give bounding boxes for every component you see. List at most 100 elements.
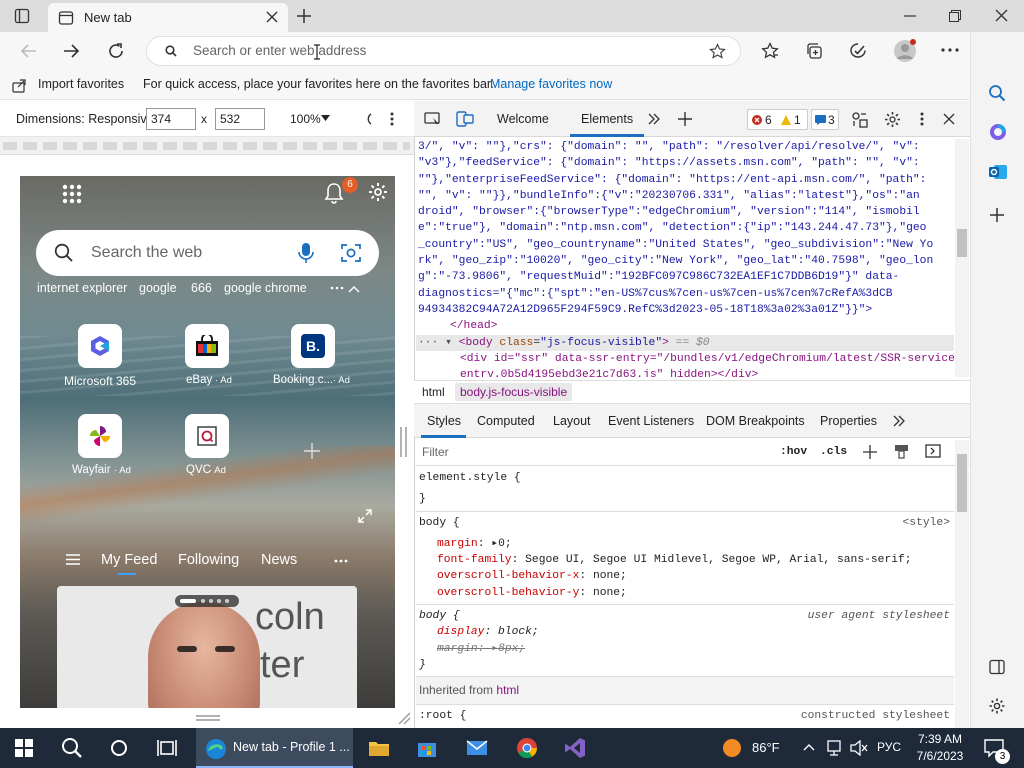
tab-styles[interactable]: Styles [427,414,461,428]
back-icon[interactable] [20,42,38,60]
sidebar-office-icon[interactable] [988,122,1008,142]
inherited-element-link[interactable]: html [496,683,519,697]
quick-links-collapse-icon[interactable] [329,283,361,295]
add-tool-plus-icon[interactable] [678,112,692,126]
cortana-icon[interactable] [99,728,139,768]
tab-elements[interactable]: Elements [581,112,633,126]
element-style-selector[interactable]: element.style { [419,470,954,486]
styles-scrollbar[interactable] [955,440,969,728]
styles-filter-input[interactable]: Filter [416,441,768,463]
tile-booking[interactable]: B. [291,324,335,368]
microsoft-store-icon[interactable] [407,728,447,768]
toggle-sidebar-icon[interactable] [925,444,941,458]
css-property-row[interactable]: overscroll-behavior-y: none; [419,585,954,601]
device-emulation-toggle[interactable] [456,111,482,131]
add-favorite-star-icon[interactable] [709,43,726,60]
issues-counter[interactable]: 6 1 [747,109,808,130]
profile-avatar[interactable] [893,39,917,63]
expand-background-icon[interactable] [358,509,372,523]
tab-actions-icon[interactable] [14,8,30,24]
tab-layout[interactable]: Layout [553,414,591,428]
weather-temperature[interactable]: 86°F [752,740,780,755]
manage-favorites-link[interactable]: Manage favorites now [490,77,612,91]
share-feedback-icon[interactable] [851,111,868,128]
web-search-box[interactable]: Search the web [36,230,379,276]
tab-properties[interactable]: Properties [820,414,877,428]
dimensions-dropdown[interactable]: Dimensions: Responsive [16,112,154,126]
minimize-icon[interactable] [904,10,916,22]
height-input[interactable]: 532 [215,108,265,130]
mail-icon[interactable] [457,728,497,768]
chrome-icon[interactable] [507,728,547,768]
tab-new-tab[interactable]: New tab [48,3,288,32]
import-favorites-button[interactable]: Import favorites [38,77,124,91]
viewport-resize-bottom-handle[interactable] [194,713,222,723]
breadcrumb-body[interactable]: body.js-focus-visible [455,383,573,401]
quick-link[interactable]: internet explorer [37,281,127,295]
zoom-dropdown[interactable]: 100% [290,112,321,126]
inspect-element-icon[interactable] [424,112,441,127]
clock-time[interactable]: 7:39 AM [916,732,964,746]
feed-tab-my-feed[interactable]: My Feed [101,552,157,568]
close-devtools-icon[interactable] [943,113,955,125]
show-hidden-icons-chevron[interactable] [803,743,815,751]
tab-dom-breakpoints[interactable]: DOM Breakpoints [706,414,805,428]
devtools-more-icon[interactable] [920,112,924,126]
address-bar[interactable]: Search or enter web address [146,36,741,66]
dom-tree[interactable]: 3/", "v": ""},"crs": {"domain": "", "pat… [416,139,954,377]
tab-computed[interactable]: Computed [477,414,535,428]
tile-ebay[interactable] [185,324,229,368]
browser-essentials-icon[interactable] [849,42,867,60]
new-style-rule-icon[interactable] [863,445,877,459]
volume-muted-icon[interactable] [850,740,868,756]
width-input[interactable]: 374 [146,108,196,130]
tab-event-listeners[interactable]: Event Listeners [608,414,694,428]
favorites-icon[interactable] [761,42,779,60]
tab-welcome[interactable]: Welcome [497,112,549,126]
forward-icon[interactable] [62,42,80,60]
feed-menu-icon[interactable] [66,554,80,565]
viewport-resize-handle[interactable] [397,425,411,459]
collections-icon[interactable] [805,42,823,60]
body-node-row[interactable]: ··· ▾ <body class="js-focus-visible"> ==… [416,334,954,351]
tile-wayfair[interactable] [78,414,122,458]
messages-counter[interactable]: 3 [811,109,839,130]
apps-launcher-icon[interactable] [62,184,82,204]
sidebar-settings-gear-icon[interactable] [988,697,1006,715]
start-windows-icon[interactable] [4,728,44,768]
input-language[interactable]: РУС [877,740,901,754]
tile-qvc[interactable] [185,414,229,458]
devtools-settings-gear-icon[interactable] [884,111,901,128]
feed-tab-following[interactable]: Following [178,552,239,568]
close-tab-icon[interactable] [266,11,278,23]
hov-toggle[interactable]: :hov [780,444,807,460]
more-style-tabs-chevron-icon[interactable] [893,415,905,427]
scrollbar-thumb[interactable] [957,229,967,257]
breadcrumb-html[interactable]: html [422,385,445,399]
sidebar-add-icon[interactable] [989,207,1005,223]
dom-tree-scrollbar[interactable] [955,139,969,377]
taskbar-edge-task[interactable]: New tab - Profile 1 ... [196,728,353,768]
css-property-row[interactable]: overscroll-behavior-x: none; [419,568,954,584]
viewport-resize-corner-handle[interactable] [397,711,411,725]
file-explorer-icon[interactable] [359,728,399,768]
quick-link[interactable]: 666 [191,281,212,295]
css-property-row[interactable]: font-family: Segoe UI, Segoe UI Midlevel… [419,552,954,568]
styles-pane[interactable]: element.style { } body { <style> margin:… [416,467,954,728]
tile-microsoft-365[interactable] [78,324,122,368]
quick-link[interactable]: google [139,281,177,295]
feed-tab-news[interactable]: News [261,552,297,568]
network-icon[interactable] [827,740,841,756]
add-site-plus-icon[interactable] [304,443,320,459]
device-more-icon[interactable] [390,112,394,126]
microphone-icon[interactable] [298,242,314,264]
page-settings-gear-icon[interactable] [367,181,389,203]
sidebar-hide-icon[interactable] [989,659,1005,675]
toggle-rendering-icon[interactable] [894,444,909,459]
news-card[interactable]: coln ter [57,586,357,708]
task-view-icon[interactable] [147,728,187,768]
clock-date[interactable]: 7/6/2023 [913,749,967,763]
body-selector[interactable]: body { [419,515,954,531]
scrollbar-thumb[interactable] [957,454,967,512]
quick-link[interactable]: google chrome [224,281,307,295]
